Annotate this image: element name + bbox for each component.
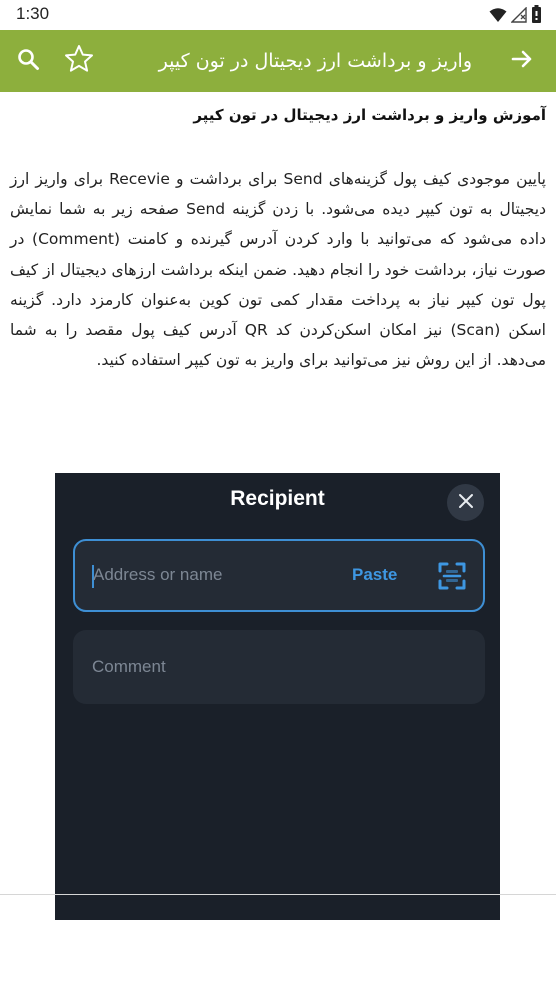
search-icon (16, 47, 40, 75)
embedded-screenshot: Recipient Address or name Paste Comment (55, 473, 500, 920)
scan-icon (437, 561, 467, 591)
status-bar: 1:30 (0, 0, 556, 30)
status-time: 1:30 (16, 4, 50, 23)
wifi-icon (489, 7, 507, 27)
article-content: آموزش واریز و برداشت ارز دیجیتال در تون … (0, 92, 556, 988)
bottom-divider (0, 894, 556, 895)
cell-signal-icon (510, 5, 527, 27)
battery-icon (531, 5, 542, 28)
favorite-button[interactable] (61, 43, 97, 79)
article-paragraph: پایین موجودی کیف پول گزینه‌های Send برای… (10, 170, 547, 370)
search-button[interactable] (10, 43, 46, 79)
back-button[interactable] (504, 43, 540, 79)
star-outline-icon (63, 43, 95, 79)
recipient-title: Recipient (230, 487, 325, 510)
app-bar: واریز و برداشت ارز دیجیتال در تون کیپر (0, 30, 556, 92)
page-title: واریز و برداشت ارز دیجیتال در تون کیپر (158, 50, 472, 72)
close-button (447, 484, 484, 521)
close-icon (458, 493, 474, 513)
article-heading: آموزش واریز و برداشت ارز دیجیتال در تون … (193, 106, 546, 124)
address-placeholder: Address or name (93, 565, 223, 584)
status-icons (489, 5, 542, 28)
comment-field: Comment (73, 630, 485, 704)
address-field: Address or name Paste (73, 539, 485, 612)
arrow-forward-icon (510, 47, 534, 75)
paste-button: Paste (352, 565, 398, 584)
comment-placeholder: Comment (92, 657, 166, 676)
